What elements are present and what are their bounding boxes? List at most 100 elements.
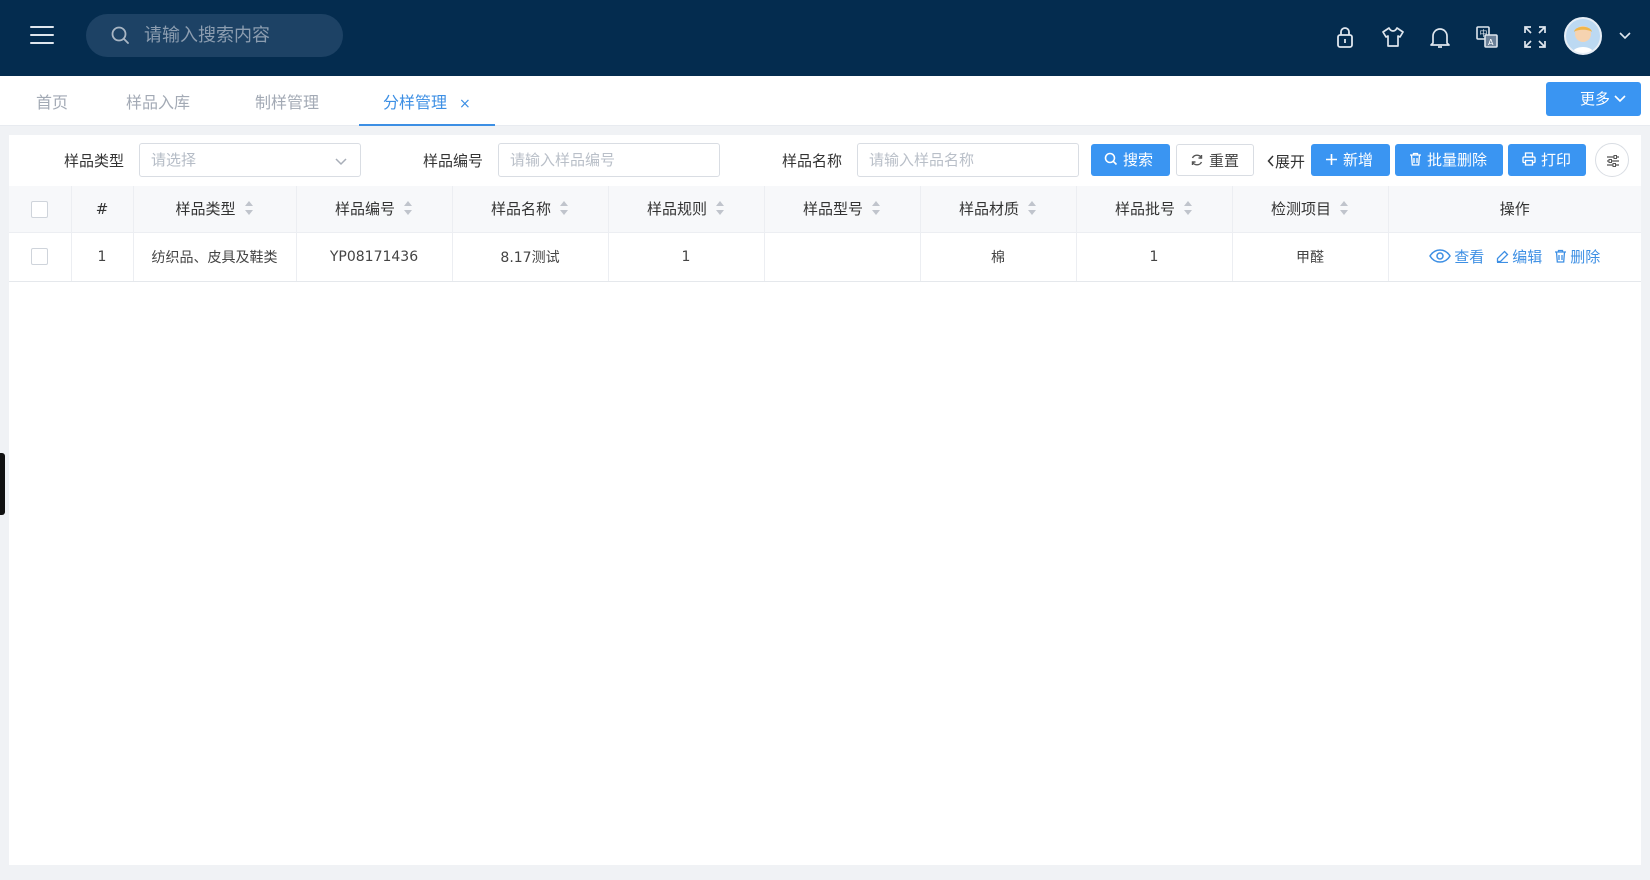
edit-link[interactable]: 编辑 — [1496, 248, 1542, 266]
sort-icon[interactable] — [559, 200, 569, 216]
cell-actions: 查看 编辑 删除 — [1388, 232, 1641, 282]
column-header-label: 样品类型 — [175, 200, 236, 219]
edit-link-label: 编辑 — [1512, 248, 1543, 266]
chevron-down-icon — [335, 158, 347, 166]
svg-text:中: 中 — [1480, 28, 1488, 38]
expand-label: 展开 — [1275, 153, 1306, 171]
chevron-left-icon — [1267, 155, 1274, 167]
table-header-row: # 样品类型 样品编号 样品名称 样品规则 样品型号 样品材质 样品批号 检测项… — [9, 186, 1641, 233]
print-button[interactable]: 打印 — [1508, 144, 1586, 176]
column-header-material[interactable]: 样品材质 — [920, 186, 1077, 233]
sample-table: # 样品类型 样品编号 样品名称 样品规则 样品型号 样品材质 样品批号 检测项… — [9, 186, 1641, 282]
select-all-checkbox[interactable] — [31, 200, 49, 218]
add-button[interactable]: 新增 — [1311, 144, 1390, 176]
delete-link[interactable]: 删除 — [1554, 248, 1600, 266]
column-header-type[interactable]: 样品类型 — [133, 186, 297, 233]
sample-name-input[interactable] — [869, 144, 1078, 176]
edit-icon — [1497, 250, 1509, 263]
cell-name: 8.17测试 — [452, 232, 609, 282]
sample-name-field[interactable] — [857, 143, 1079, 177]
refresh-icon — [1191, 154, 1203, 166]
column-header-actions: 操作 — [1388, 186, 1641, 233]
cell-index: 1 — [71, 232, 134, 282]
sample-code-input[interactable] — [510, 144, 719, 176]
column-header-label: 样品编号 — [334, 200, 395, 219]
tab-home[interactable]: 首页 — [36, 76, 68, 126]
column-header-index: # — [71, 186, 134, 233]
sort-icon[interactable] — [1183, 200, 1193, 216]
lock-icon[interactable] — [1332, 24, 1358, 50]
search-icon — [111, 26, 129, 44]
tab-sample-prep[interactable]: 制样管理 — [255, 76, 319, 126]
filter-type-label: 样品类型 — [64, 152, 125, 170]
search-button-label: 搜索 — [1123, 151, 1154, 169]
column-settings-button[interactable] — [1595, 143, 1629, 177]
expand-toggle[interactable]: 展开 — [1267, 151, 1305, 172]
filter-name-label: 样品名称 — [782, 152, 843, 170]
column-header-rule[interactable]: 样品规则 — [608, 186, 765, 233]
column-header-model[interactable]: 样品型号 — [764, 186, 921, 233]
filter-code-label: 样品编号 — [423, 152, 484, 170]
sort-icon[interactable] — [244, 200, 254, 216]
column-header-label: 样品材质 — [958, 200, 1019, 219]
trash-icon — [1410, 152, 1421, 166]
sort-icon[interactable] — [715, 200, 725, 216]
avatar-image — [1566, 19, 1600, 53]
column-header-label: 样品规则 — [646, 200, 707, 219]
sort-icon[interactable] — [871, 200, 881, 216]
batch-delete-button[interactable]: 批量删除 — [1395, 144, 1503, 176]
chevron-down-icon[interactable] — [1617, 28, 1633, 44]
column-header-label: 样品型号 — [802, 200, 863, 219]
sort-icon[interactable] — [1027, 200, 1037, 216]
avatar[interactable] — [1564, 17, 1602, 55]
chevron-down-icon — [1614, 95, 1626, 103]
printer-icon — [1522, 152, 1536, 166]
tab-label: 首页 — [36, 93, 69, 112]
view-link[interactable]: 查看 — [1429, 248, 1484, 266]
cell-batch: 1 — [1076, 232, 1233, 282]
sort-icon[interactable] — [1339, 200, 1349, 216]
close-icon[interactable]: × — [459, 77, 471, 131]
more-button[interactable]: 更多 — [1546, 82, 1641, 116]
column-header-batch[interactable]: 样品批号 — [1076, 186, 1233, 233]
cell-code: YP08171436 — [296, 232, 453, 282]
search-icon — [1104, 152, 1118, 166]
search-button[interactable]: 搜索 — [1091, 144, 1170, 176]
column-header-item[interactable]: 检测项目 — [1232, 186, 1389, 233]
global-search-input[interactable] — [144, 14, 334, 57]
delete-link-label: 删除 — [1570, 248, 1601, 266]
select-placeholder: 请选择 — [151, 151, 197, 169]
cell-model — [764, 232, 921, 282]
sort-icon[interactable] — [403, 200, 413, 216]
cell-item: 甲醛 — [1232, 232, 1389, 282]
plus-icon — [1326, 153, 1337, 165]
fullscreen-icon[interactable] — [1522, 24, 1548, 50]
more-button-label: 更多 — [1580, 90, 1611, 108]
tab-label: 样品入库 — [126, 93, 191, 112]
reset-button[interactable]: 重置 — [1176, 144, 1254, 176]
cell-type: 纺织品、皮具及鞋类 — [133, 232, 297, 282]
global-search[interactable] — [86, 14, 343, 57]
translate-icon[interactable]: 中A — [1474, 24, 1500, 50]
shirt-icon[interactable] — [1380, 24, 1406, 50]
sample-code-field[interactable] — [498, 143, 720, 177]
sample-type-select[interactable]: 请选择 — [139, 143, 361, 177]
tab-sample-storage[interactable]: 样品入库 — [126, 76, 190, 126]
svg-text:A: A — [1488, 38, 1494, 47]
row-checkbox[interactable] — [31, 248, 49, 265]
sliders-icon — [1607, 155, 1619, 167]
column-header-code[interactable]: 样品编号 — [296, 186, 453, 233]
tab-bar: 首页 样品入库 制样管理 分样管理 × — [0, 76, 1650, 126]
sidebar-drag-handle[interactable] — [0, 453, 5, 515]
cell-material: 棉 — [920, 232, 1077, 282]
column-header-name[interactable]: 样品名称 — [452, 186, 609, 233]
tab-label: 分样管理 — [383, 93, 448, 112]
print-button-label: 打印 — [1541, 151, 1572, 169]
bell-icon[interactable] — [1427, 24, 1453, 50]
top-header: 中A — [0, 0, 1650, 76]
tab-sample-split[interactable]: 分样管理 × — [359, 76, 495, 126]
batch-delete-label: 批量删除 — [1427, 151, 1488, 169]
menu-toggle-icon[interactable] — [30, 26, 54, 46]
view-link-label: 查看 — [1454, 248, 1485, 266]
tab-label: 制样管理 — [255, 93, 320, 112]
